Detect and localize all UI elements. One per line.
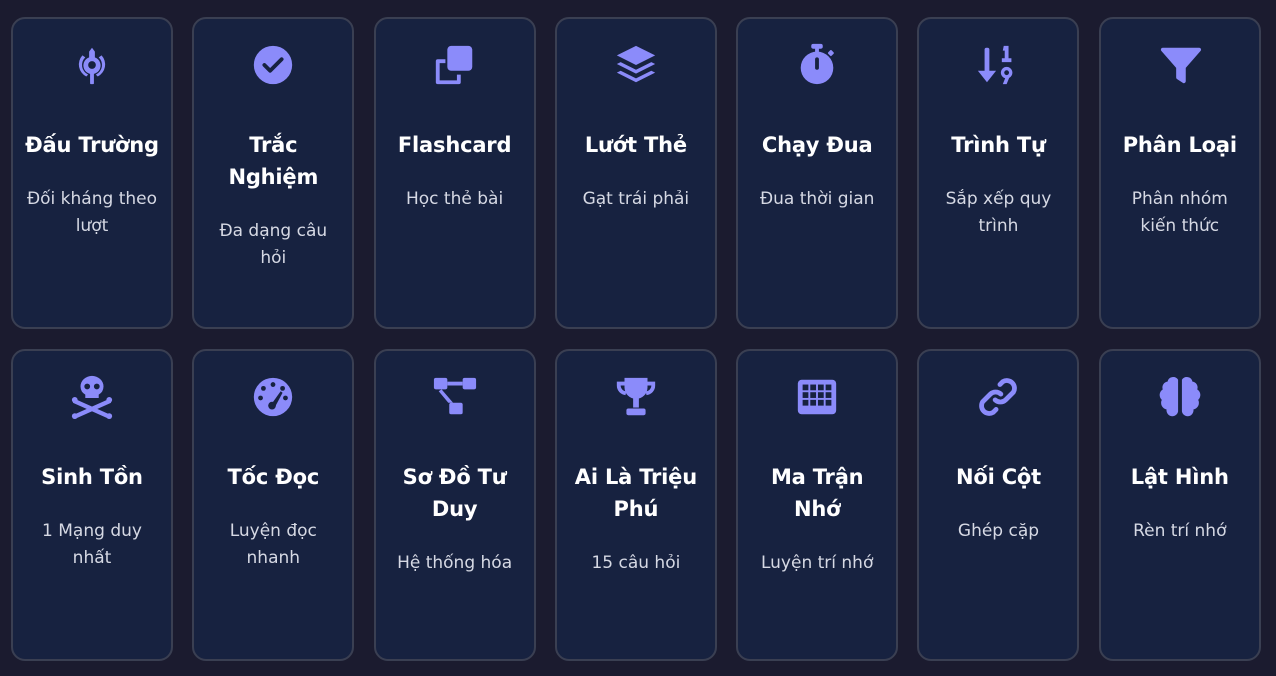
card-description: Hệ thống hóa [397,553,513,573]
trophy-icon [612,373,660,421]
grid-icon [793,373,841,421]
card-description: Đua thời gian [759,189,875,209]
card-flashcard[interactable]: Flashcard Học thẻ bài [373,17,536,329]
diagram-icon [431,373,479,421]
card-description: Đa dạng câu hỏi [219,221,328,268]
gauge-icon [249,373,297,421]
card-description: Phân nhóm kiến thức [1131,189,1228,236]
card-title: Trình Tự [951,133,1046,157]
card-lat-hinh[interactable]: Lật Hình Rèn trí nhớ [1098,349,1261,661]
card-title: Trắc Nghiệm [228,133,319,189]
card-description: 1 Mạng duy nhất [42,521,142,568]
card-title: Đấu Trường [25,133,159,157]
card-toc-doc[interactable]: Tốc Đọc Luyện đọc nhanh [192,349,355,661]
card-description: Ghép cặp [957,521,1040,541]
layer-group-icon [612,41,660,89]
card-title: Lật Hình [1130,465,1229,489]
card-description: Rèn trí nhớ [1133,521,1227,541]
card-title: Tốc Đọc [227,465,320,489]
card-title: Phân Loại [1122,133,1237,157]
card-title: Sinh Tồn [41,465,143,489]
card-phan-loai[interactable]: Phân Loại Phân nhóm kiến thức [1098,17,1261,329]
card-description: Luyện đọc nhanh [229,521,317,568]
card-title: Ma Trận Nhớ [770,465,864,521]
card-title: Sơ Đồ Tư Duy [402,465,507,521]
card-luot-the[interactable]: Lướt Thẻ Gạt trái phải [554,17,717,329]
brain-icon [1156,373,1204,421]
card-description: Sắp xếp quy trình [945,189,1052,236]
card-title: Nối Cột [955,465,1041,489]
game-mode-grid: Đấu Trường Đối kháng theo lượt Trắc Nghi… [11,17,1261,661]
card-noi-cot[interactable]: Nối Cột Ghép cặp [917,349,1080,661]
card-ma-tran-nho[interactable]: Ma Trận Nhớ Luyện trí nhớ [736,349,899,661]
stopwatch-icon [793,41,841,89]
card-description: Luyện trí nhớ [760,553,874,573]
link-icon [974,373,1022,421]
check-circle-icon [249,41,297,89]
card-dau-truong[interactable]: Đấu Trường Đối kháng theo lượt [11,17,173,329]
card-chay-dua[interactable]: Chạy Đua Đua thời gian [736,17,899,329]
card-description: Đối kháng theo lượt [26,189,157,236]
skull-crossbones-icon [68,373,116,421]
filter-icon [1156,41,1204,89]
card-description: Học thẻ bài [406,189,504,209]
card-title: Chạy Đua [761,133,873,157]
card-ai-la-trieu-phu[interactable]: Ai Là Triệu Phú 15 câu hỏi [554,349,717,661]
khanda-icon [68,41,116,89]
clone-icon [431,41,479,89]
card-description: 15 câu hỏi [591,553,681,573]
card-description: Gạt trái phải [582,189,690,209]
card-so-do-tu-duy[interactable]: Sơ Đồ Tư Duy Hệ thống hóa [373,349,536,661]
card-sinh-ton[interactable]: Sinh Tồn 1 Mạng duy nhất [11,349,173,661]
sort-numeric-down-icon [974,41,1022,89]
card-trac-nghiem[interactable]: Trắc Nghiệm Đa dạng câu hỏi [192,17,355,329]
card-title: Ai Là Triệu Phú [574,465,697,521]
card-trinh-tu[interactable]: Trình Tự Sắp xếp quy trình [917,17,1080,329]
card-title: Lướt Thẻ [584,133,687,157]
card-title: Flashcard [397,133,512,157]
